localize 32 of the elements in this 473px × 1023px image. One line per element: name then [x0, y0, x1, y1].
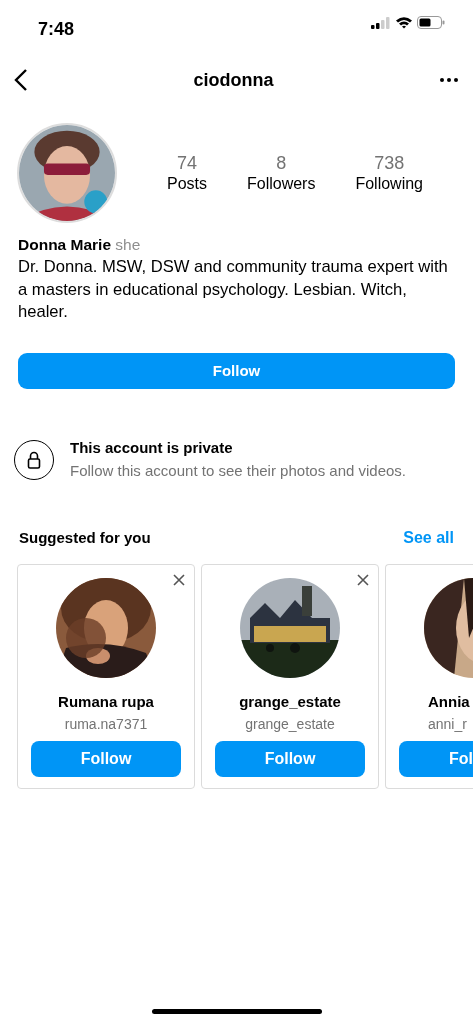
pronouns: she: [115, 236, 141, 253]
suggested-username: grange_estate: [245, 714, 335, 734]
suggested-username: anni_r: [428, 714, 467, 734]
wifi-icon: [395, 16, 413, 29]
dismiss-icon[interactable]: [356, 573, 370, 588]
profile-username: ciodonna: [193, 68, 274, 92]
suggested-name: Annia: [428, 692, 470, 713]
see-all-link[interactable]: See all: [403, 526, 454, 551]
stat-label: Followers: [246, 174, 316, 194]
private-title: This account is private: [70, 438, 234, 459]
suggested-username: ruma.na7371: [64, 714, 148, 734]
follow-button[interactable]: Follow: [31, 740, 181, 777]
stat-label: Posts: [167, 174, 207, 194]
stat-label: Following: [355, 174, 423, 194]
stat-count: 74: [176, 152, 197, 175]
follow-button[interactable]: Follow: [215, 740, 365, 777]
follow-button[interactable]: Follow: [18, 353, 455, 390]
stat-count: 738: [374, 152, 405, 175]
battery-icon: [417, 16, 445, 29]
more-options-button[interactable]: [439, 77, 459, 83]
stat-count: 8: [276, 152, 287, 175]
dismiss-icon[interactable]: [172, 573, 186, 588]
bio-text: Dr. Donna. MSW, DSW and community trauma expert with a masters in educational psychology. Lesbian. Witch, healer.: [17, 256, 449, 324]
private-message: Follow this account to see their photos and videos.: [70, 460, 407, 481]
suggested-name: grange_estate: [239, 692, 341, 713]
section-title: Suggested for you: [19, 528, 151, 549]
back-button[interactable]: [14, 68, 28, 92]
status-time: 7:48: [38, 18, 75, 41]
display-name: Donna Marie: [18, 236, 111, 253]
suggested-name: Rumana rupa: [58, 692, 154, 713]
signal-icon: [371, 16, 391, 29]
follow-button[interactable]: Fol: [399, 740, 473, 777]
